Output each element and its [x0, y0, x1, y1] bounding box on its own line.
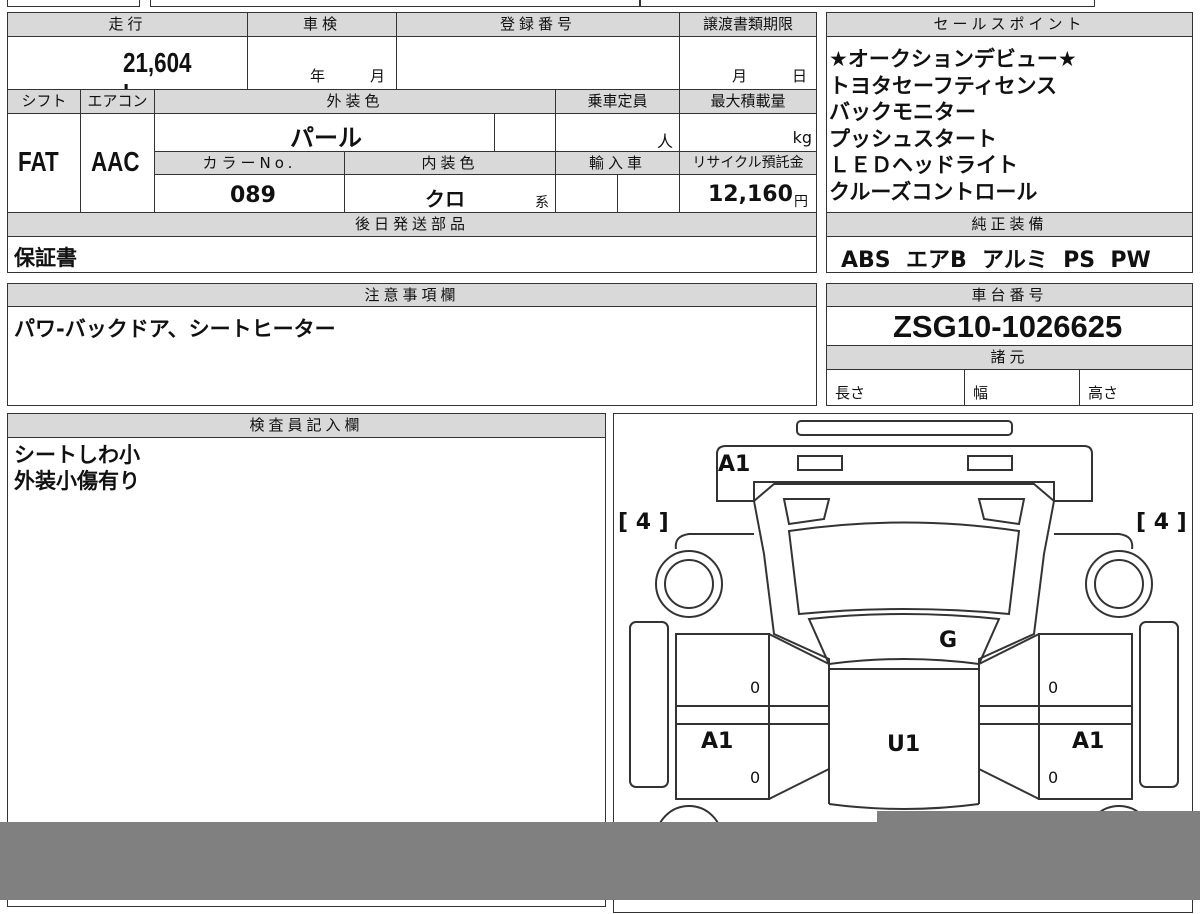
reg-number-header: 登録番号: [396, 12, 680, 37]
sales-points-list: ★オークションデビュー★ トヨタセーフティセンス バックモニター プッシュスター…: [826, 36, 1193, 213]
transfer-deadline-value: 月日: [679, 36, 817, 90]
inspector-header: 検査員記入欄: [7, 413, 606, 438]
int-color-header: 内装色: [344, 151, 556, 175]
max-load-value: kg: [679, 113, 817, 152]
equipment-value: ABS エアB アルミ PS PW: [826, 236, 1193, 273]
color-no-header: カラーNo.: [154, 151, 345, 175]
mileage-header: 走行: [7, 12, 248, 37]
specs-header: 諸元: [826, 345, 1193, 370]
capacity-value: 人: [555, 113, 680, 152]
chassis-value: ZSG10-1026625: [826, 306, 1193, 346]
transfer-deadline-header: 譲渡書類期限: [679, 12, 817, 37]
capacity-header: 乗車定員: [555, 89, 680, 114]
ext-color-header: 外装色: [154, 89, 556, 114]
spec-width: 幅: [964, 369, 1080, 406]
zero-mark: 0: [1048, 678, 1059, 697]
zero-mark: 0: [750, 678, 761, 697]
sales-point: バックモニター: [829, 100, 976, 124]
recycle-header: リサイクル預託金: [679, 151, 817, 175]
import-header: 輸入車: [555, 151, 680, 175]
damage-right-door: A1: [1072, 729, 1105, 754]
notes-header: 注意事項欄: [7, 283, 817, 307]
damage-roof: U1: [887, 732, 921, 757]
tire-left: [ 4 ]: [618, 510, 669, 535]
top-cell: [7, 0, 140, 7]
inspector-note: 外装小傷有り: [14, 469, 140, 493]
zero-mark: 0: [750, 768, 761, 787]
recycle-value: 12,160 円: [679, 174, 817, 213]
import-value: [555, 174, 618, 213]
ext-color-extra: [494, 113, 556, 152]
sales-point: トヨタセーフティセンス: [829, 73, 1058, 98]
damage-front: A1: [718, 452, 751, 477]
max-load-header: 最大積載量: [679, 89, 817, 114]
import-value-2: [617, 174, 680, 213]
tire-right: [ 4 ]: [1136, 510, 1187, 535]
color-no-value: 089: [154, 174, 345, 213]
top-cell: [640, 0, 1095, 7]
damage-windshield: G: [939, 628, 958, 653]
inspection-header: 車検: [247, 12, 397, 37]
reg-number-value: [396, 36, 680, 90]
damage-left-door: A1: [701, 729, 734, 754]
spec-height: 高さ: [1079, 369, 1193, 406]
aircon-header: エアコン: [80, 89, 155, 114]
inspector-note: シートしわ小: [14, 443, 140, 467]
later-parts-value: 保証書: [7, 236, 817, 273]
zero-mark: 0: [1048, 768, 1059, 787]
shift-header: シフト: [7, 89, 81, 114]
top-cell: [150, 0, 640, 7]
mileage-value: 21,604 km: [7, 36, 248, 110]
overlay-bar-tab: [877, 811, 1200, 823]
sales-point: ★オークションデビュー★: [829, 47, 1077, 71]
equipment-header: 純正装備: [826, 212, 1193, 237]
sales-point: ＬＥＤヘッドライト: [829, 153, 1018, 177]
ext-color-value: パール: [154, 113, 495, 152]
sales-point: クルーズコントロール: [829, 179, 1038, 204]
notes-value: パワ-バックドア、シートヒーター: [7, 306, 817, 406]
sales-point: プッシュスタート: [829, 126, 997, 151]
shift-value: FAT: [7, 113, 81, 213]
overlay-bar: [0, 822, 1200, 900]
spec-length: 長さ: [826, 369, 965, 406]
aircon-value: AAC: [80, 113, 155, 213]
int-color-value: クロ系: [344, 174, 556, 213]
inspection-value: 年月: [247, 36, 397, 90]
later-parts-header: 後日発送部品: [7, 212, 817, 237]
sales-points-header: セールスポイント: [826, 12, 1193, 37]
chassis-header: 車台番号: [826, 283, 1193, 307]
